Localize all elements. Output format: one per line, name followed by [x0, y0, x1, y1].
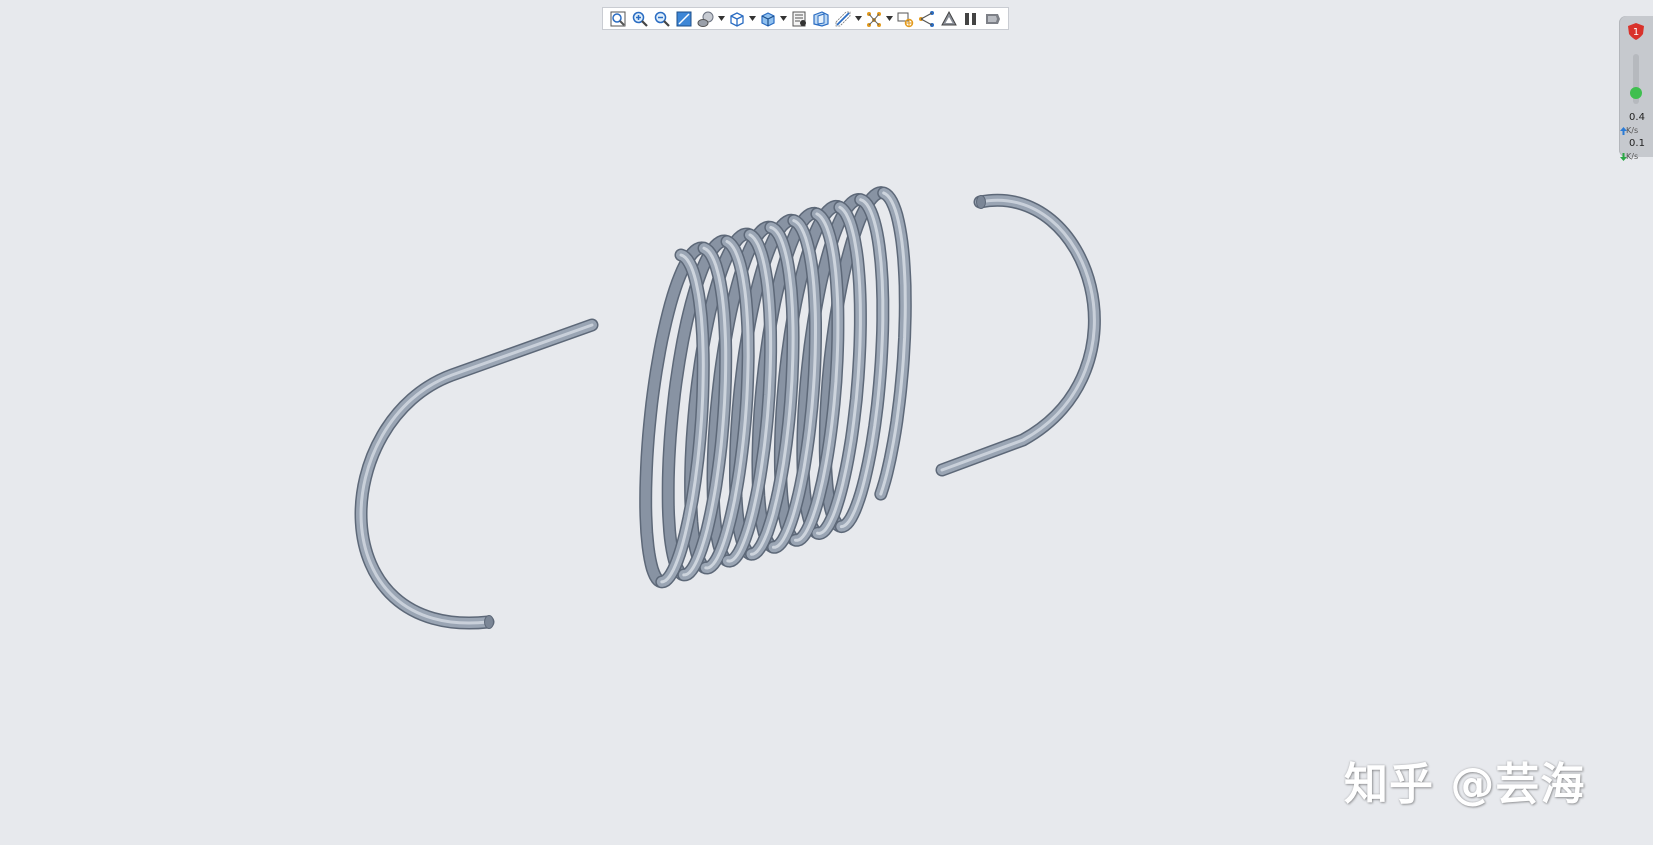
display-style-icon — [697, 11, 714, 27]
upload-speed-value: 0.4 — [1629, 112, 1645, 123]
saved-views-dropdown-arrow[interactable] — [748, 8, 757, 29]
model-tree-button[interactable] — [916, 8, 938, 29]
chevron-down-icon — [780, 16, 787, 21]
model-viewport[interactable] — [0, 0, 1653, 845]
zoom-out-icon — [654, 11, 670, 27]
status-led — [1630, 87, 1642, 99]
download-speed-value: 0.1 — [1629, 138, 1645, 149]
pause-icon — [965, 12, 976, 25]
zoom-in-button[interactable] — [629, 8, 651, 29]
wire-end-cap — [484, 615, 494, 629]
datum-display-icon — [835, 11, 851, 26]
spin-center-button[interactable] — [894, 8, 916, 29]
download-speed-unit: K/s — [1626, 152, 1639, 161]
pause-button[interactable] — [960, 8, 982, 29]
chevron-down-icon — [718, 16, 725, 21]
network-monitor-widget[interactable]: 1 0.4 K/s 0.1 K/s — [1619, 16, 1653, 161]
display-style-button[interactable] — [695, 8, 717, 29]
shield-badge-icon: 1 — [1628, 23, 1644, 40]
annotation-display-dropdown-arrow[interactable] — [885, 8, 894, 29]
view-manager-icon — [792, 11, 806, 26]
view-manager-button[interactable] — [788, 8, 810, 29]
refit-button[interactable] — [673, 8, 695, 29]
refit-icon — [676, 11, 692, 26]
view-orientation-dropdown-arrow[interactable] — [779, 8, 788, 29]
left-hook — [356, 320, 597, 629]
chevron-down-icon — [749, 16, 756, 21]
upload-speed-unit: K/s — [1626, 126, 1639, 135]
saved-views-button[interactable] — [726, 8, 748, 29]
watermark-text: 知乎 @芸海 — [1344, 759, 1586, 810]
appearance-icon — [941, 10, 957, 25]
display-style-dropdown-arrow[interactable] — [717, 8, 726, 29]
view-toolbar — [602, 7, 1009, 30]
model-tree-icon — [919, 10, 934, 27]
zoom-fit-button[interactable] — [607, 8, 629, 29]
perspective-button[interactable] — [810, 8, 832, 29]
saved-views-icon — [730, 11, 744, 27]
flag-icon — [986, 13, 1000, 24]
spin-center-icon — [897, 12, 914, 27]
appearance-button[interactable] — [938, 8, 960, 29]
perspective-icon — [813, 10, 829, 27]
right-hook-highlight — [940, 198, 1096, 472]
zoom-in-icon — [632, 11, 648, 27]
flag-button[interactable] — [982, 8, 1004, 29]
extension-spring-model — [354, 186, 1101, 630]
chevron-down-icon — [886, 16, 893, 21]
view-orientation-icon — [761, 11, 775, 27]
annotation-display-button[interactable] — [863, 8, 885, 29]
annotation-display-icon — [867, 11, 881, 27]
view-orientation-button[interactable] — [757, 8, 779, 29]
datum-display-dropdown-arrow[interactable] — [854, 8, 863, 29]
chevron-down-icon — [855, 16, 862, 21]
wire-end-cap — [976, 195, 986, 209]
datum-display-button[interactable] — [832, 8, 854, 29]
zoom-fit-icon — [610, 11, 626, 26]
badge-count: 1 — [1633, 27, 1639, 38]
zoom-out-button[interactable] — [651, 8, 673, 29]
